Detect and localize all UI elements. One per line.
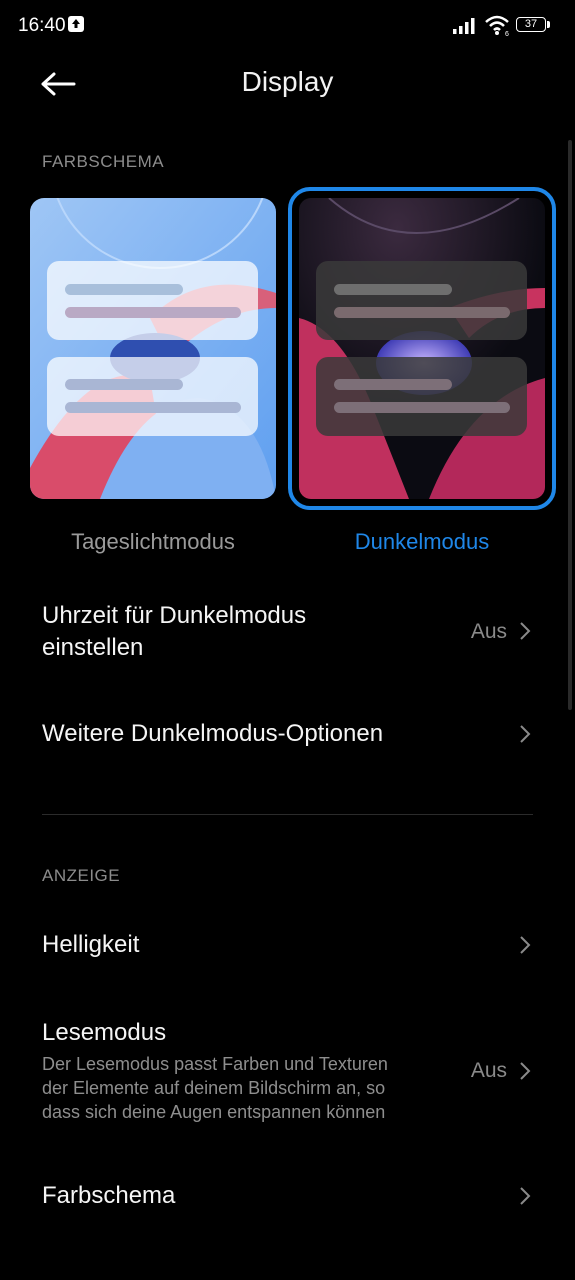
- brightness-title: Helligkeit: [42, 931, 140, 958]
- dark-mode-preview[interactable]: [299, 198, 545, 499]
- status-bar: 16:40 6 37: [0, 0, 575, 52]
- reading-mode-description-line3: dass sich deine Augen entspannen können: [42, 1102, 386, 1122]
- status-time: 16:40: [18, 15, 66, 36]
- color-scheme-title: Farbschema: [42, 1182, 176, 1209]
- battery-level: 37: [524, 18, 538, 30]
- chevron-right-icon: [519, 621, 531, 641]
- section-divider: [42, 814, 533, 815]
- chevron-right-icon: [519, 1061, 531, 1081]
- battery-icon: 37: [516, 17, 546, 32]
- dark-mode-schedule-row[interactable]: Uhrzeit für Dunkelmodus einstellen Aus: [0, 590, 575, 676]
- reading-mode-description-line1: Der Lesemodus passt Farben und Texturen: [42, 1054, 388, 1074]
- battery-tip: [547, 21, 550, 28]
- chevron-right-icon: [519, 1186, 531, 1206]
- section-label-color-scheme: FARBSCHEMA: [42, 152, 165, 171]
- dark-mode-schedule-title-line1: Uhrzeit für Dunkelmodus: [42, 602, 307, 629]
- reading-mode-description-line2: der Elemente auf deinem Bildschirm an, s…: [42, 1078, 386, 1098]
- reading-mode-title: Lesemodus: [42, 1019, 167, 1046]
- chevron-right-icon: [519, 724, 531, 744]
- chevron-right-icon: [519, 935, 531, 955]
- dark-mode-label[interactable]: Dunkelmodus: [299, 529, 545, 555]
- svg-text:6: 6: [505, 31, 509, 36]
- brightness-row[interactable]: Helligkeit: [0, 920, 575, 970]
- wifi-icon: 6: [484, 14, 512, 41]
- light-mode-preview[interactable]: [30, 198, 276, 499]
- upload-notification-icon: [68, 16, 84, 32]
- reading-mode-row[interactable]: Lesemodus Der Lesemodus passt Farben und…: [0, 1010, 575, 1130]
- more-dark-mode-options-row[interactable]: Weitere Dunkelmodus-Optionen: [0, 710, 575, 760]
- page-title: Display: [241, 66, 334, 97]
- dark-mode-schedule-value: Aus: [470, 620, 507, 643]
- signal-icon: [453, 16, 479, 39]
- section-label-display: ANZEIGE: [42, 866, 121, 885]
- dark-mode-schedule-title-line2: einstellen: [42, 634, 144, 661]
- reading-mode-value: Aus: [470, 1059, 507, 1082]
- more-dark-mode-options-title: Weitere Dunkelmodus-Optionen: [42, 720, 384, 747]
- color-scheme-row[interactable]: Farbschema: [0, 1172, 575, 1222]
- light-mode-label[interactable]: Tageslichtmodus: [30, 529, 276, 555]
